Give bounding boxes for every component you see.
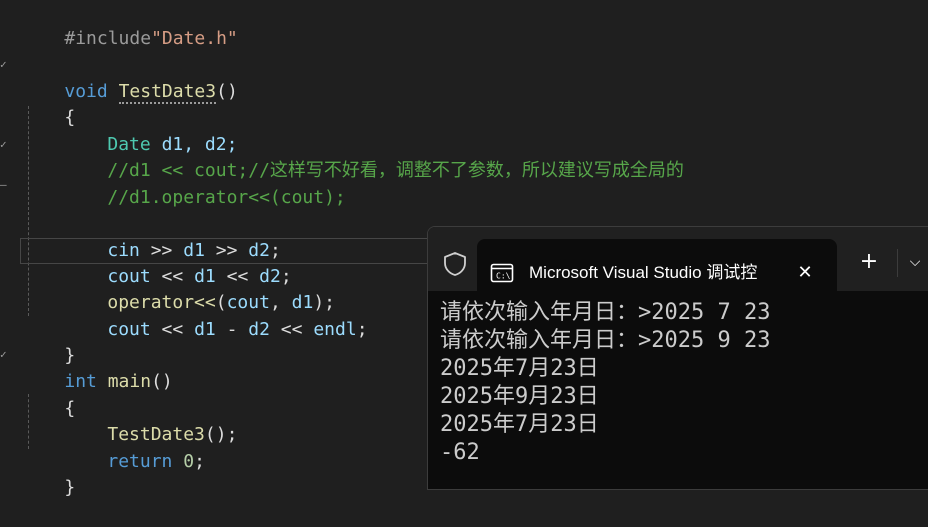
code-line-brace[interactable]: } (21, 449, 75, 498)
code-line-operator-call[interactable]: operator<<(cout, d1); (21, 264, 335, 313)
tab-title: Microsoft Visual Studio 调试控 (529, 263, 758, 282)
output-line: 2025年7月23日 (440, 412, 599, 437)
code-line-return[interactable]: return 0; (21, 423, 205, 472)
svg-text:C:\: C:\ (496, 272, 511, 281)
code-line-brace[interactable]: { (21, 79, 75, 128)
code-line-include[interactable]: #include"Date.h" (21, 0, 237, 49)
fold-marker[interactable]: ✓ (0, 139, 8, 150)
code-line-brace[interactable]: } (21, 317, 75, 366)
close-icon[interactable]: ✕ (795, 263, 815, 283)
comment: //d1.operator<<(cout); (107, 187, 346, 208)
terminal-tab-bar: C:\ Microsoft Visual Studio 调试控 ✕ + ⌵ (428, 227, 928, 291)
operator: << (150, 319, 195, 340)
code-line-main-decl[interactable]: int main() (21, 343, 172, 392)
code-line-cout[interactable]: cout << d1 << d2; (21, 238, 291, 287)
code-line-decl[interactable]: Date d1, d2; (21, 106, 237, 155)
output-line: 2025年9月23日 (440, 384, 599, 409)
output-line: 请依次输入年月日：>2025 7 23 (440, 300, 771, 325)
operator: - (215, 319, 249, 340)
output-line: 2025年7月23日 (440, 356, 599, 381)
variable: d2 (248, 319, 270, 340)
keyword-return: return (107, 451, 173, 472)
return-value: 0 (183, 451, 195, 472)
code-line-brace[interactable]: { (21, 370, 75, 419)
preprocessor-directive: #include (64, 28, 152, 49)
debug-console-window[interactable]: C:\ Microsoft Visual Studio 调试控 ✕ + ⌵ 请依… (427, 226, 928, 490)
code-line-comment[interactable]: //d1 << cout;//这样写不好看，调整不了参数，所以建议写成全局的 (21, 132, 684, 181)
code-line-cout-sub[interactable]: cout << d1 - d2 << endl; (21, 291, 367, 340)
parens: () (151, 371, 173, 392)
function-name: TestDate3 (118, 81, 217, 104)
brace-close: } (64, 477, 76, 498)
output-line: -62 (440, 440, 480, 465)
terminal-tab[interactable]: C:\ Microsoft Visual Studio 调试控 ✕ (477, 239, 837, 291)
semicolon: ; (356, 319, 368, 340)
semicolon: ; (194, 451, 205, 472)
endl: endl (313, 319, 357, 340)
code-line-comment[interactable]: //d1.operator<<(cout); (21, 159, 345, 208)
code-line-call[interactable]: TestDate3(); (21, 396, 237, 445)
code-line-func-decl[interactable]: void TestDate3() (21, 53, 238, 104)
code-line-cin[interactable]: cin >> d1 >> d2; (21, 212, 280, 261)
call-end: (); (204, 424, 238, 445)
new-tab-button[interactable]: + (858, 251, 880, 273)
include-file: "Date.h" (151, 28, 238, 49)
cout-stream: cout (107, 319, 151, 340)
chevron-down-icon[interactable]: ⌵ (906, 253, 924, 271)
operator: << (269, 319, 314, 340)
console-output[interactable]: 请依次输入年月日：>2025 7 23 请依次输入年月日：>2025 9 23 … (440, 299, 928, 467)
shield-icon[interactable] (442, 251, 468, 277)
fold-marker[interactable]: ✓ (0, 59, 8, 70)
parens: () (216, 81, 238, 102)
fold-marker[interactable]: ✓ (0, 349, 8, 360)
console-icon: C:\ (490, 263, 514, 283)
variable: d1 (194, 319, 216, 340)
main-function: main (107, 371, 152, 392)
divider (897, 249, 898, 277)
output-line: 请依次输入年月日：>2025 9 23 (440, 328, 771, 353)
fold-marker[interactable]: — (0, 179, 8, 190)
